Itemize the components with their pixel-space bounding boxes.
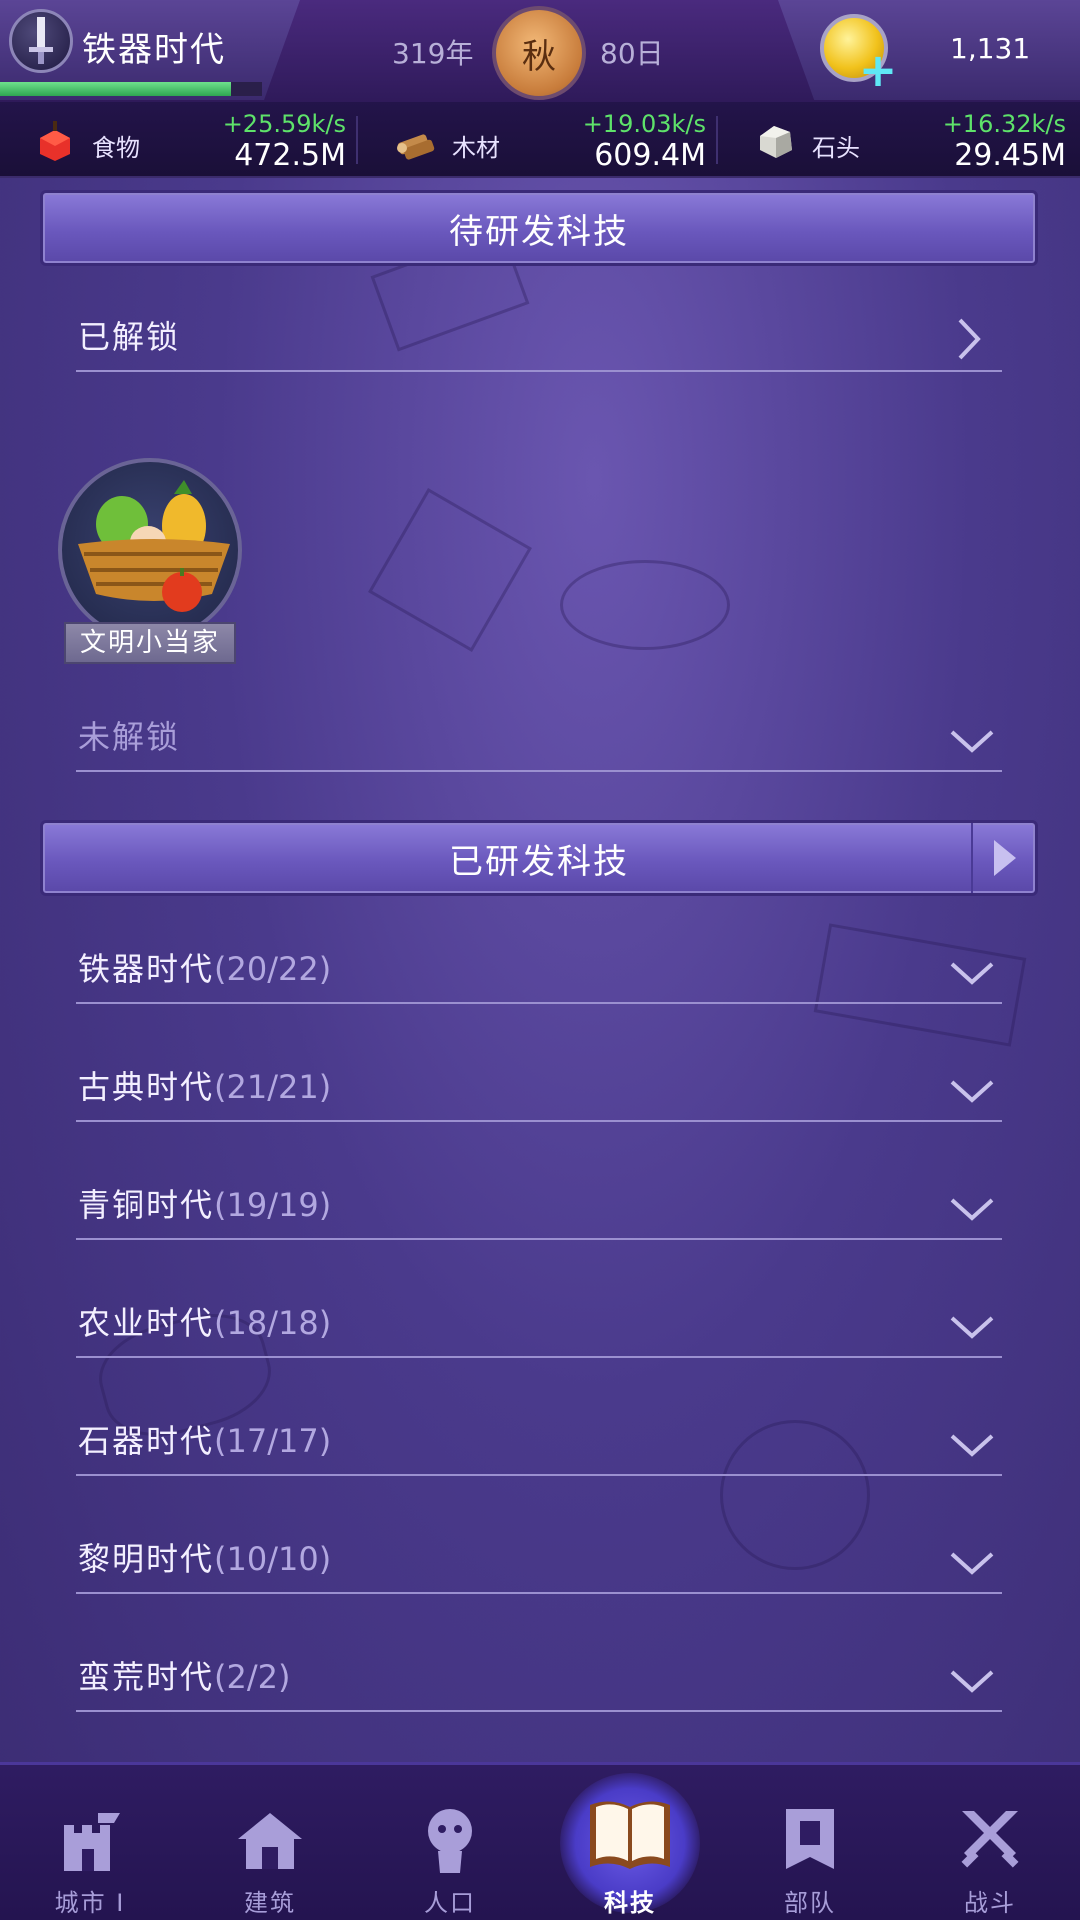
era-row[interactable]: 古典时代(21/21) [76, 1058, 1002, 1122]
season-badge[interactable]: 秋 [492, 6, 586, 100]
resource-amount: 472.5M [234, 138, 346, 173]
era-count: (2/2) [214, 1658, 291, 1696]
era-row[interactable]: 黎明时代(10/10) [76, 1530, 1002, 1594]
chevron-right-icon [958, 318, 981, 360]
era-count: (21/21) [214, 1068, 332, 1106]
nav-battle[interactable]: 战斗 [900, 1765, 1080, 1920]
resource-rate: +19.03k/s [582, 110, 706, 138]
nav-city[interactable]: 城市 I [0, 1765, 180, 1920]
resource-bar: 食物 +25.59k/s 472.5M 木材 +19.03k/s 609.4M … [0, 102, 1080, 178]
unlocked-row[interactable]: 已解锁 [76, 308, 1002, 372]
section-title: 已研发科技 [449, 841, 629, 882]
nav-label: 科技 [604, 1889, 656, 1917]
tech-item-icon[interactable] [58, 458, 242, 642]
chevron-down-icon [950, 1552, 994, 1575]
nav-label: 战斗 [964, 1889, 1016, 1917]
day-label: 80日 [600, 37, 664, 70]
era-count: (17/17) [214, 1422, 332, 1460]
era-progress-bar [0, 82, 262, 96]
tech-item-name: 文明小当家 [64, 622, 236, 664]
resource-amount: 29.45M [954, 138, 1066, 173]
researched-header[interactable]: 已研发科技 [40, 820, 1038, 896]
era-name: 农业时代 [78, 1304, 215, 1342]
resource-name: 木材 [452, 134, 500, 162]
era-row-label: 黎明时代(10/10) [78, 1534, 331, 1580]
nav-population[interactable]: 人口 [360, 1765, 540, 1920]
chevron-down-icon [950, 1434, 994, 1457]
era-name: 古典时代 [78, 1068, 215, 1106]
house-icon [238, 1813, 302, 1869]
play-icon[interactable] [971, 823, 1035, 893]
era-row[interactable]: 农业时代(18/18) [76, 1294, 1002, 1358]
resource-amount: 609.4M [594, 138, 706, 173]
bottom-nav: 城市 I 建筑 人口 科技 部队 战斗 [0, 1762, 1080, 1920]
nav-troops[interactable]: 部队 [720, 1765, 900, 1920]
era-name: 铁器时代 [78, 950, 215, 988]
era-row-label: 铁器时代(20/22) [78, 944, 331, 990]
divider [356, 116, 358, 164]
era-count: (10/10) [214, 1540, 332, 1578]
era-row[interactable]: 石器时代(17/17) [76, 1412, 1002, 1476]
locked-row[interactable]: 未解锁 [76, 708, 1002, 772]
row-label: 已解锁 [78, 318, 181, 356]
chevron-down-icon [950, 962, 994, 985]
person-icon [428, 1809, 472, 1873]
era-name: 铁器时代 [82, 30, 226, 70]
fruit-basket-icon [78, 480, 230, 612]
era-name: 黎明时代 [78, 1540, 215, 1578]
add-gold-button[interactable]: + [858, 47, 898, 93]
era-name: 蛮荒时代 [78, 1658, 215, 1696]
book-icon [590, 1801, 670, 1869]
row-label: 未解锁 [78, 718, 181, 756]
chevron-down-icon [950, 1670, 994, 1693]
era-row-label: 石器时代(17/17) [78, 1416, 331, 1462]
resource-stone[interactable]: 石头 +16.32k/s 29.45M [720, 102, 1078, 178]
apple-icon [40, 121, 70, 161]
resource-rate: +16.32k/s [942, 110, 1066, 138]
chevron-down-icon [950, 1198, 994, 1221]
chevron-down-icon [950, 1316, 994, 1339]
nav-label: 部队 [784, 1889, 836, 1917]
resource-name: 石头 [812, 134, 860, 162]
resource-name: 食物 [92, 134, 140, 162]
divider [716, 116, 718, 164]
era-name: 石器时代 [78, 1422, 215, 1460]
era-count: (19/19) [214, 1186, 332, 1224]
castle-icon [64, 1813, 120, 1871]
chevron-down-icon [950, 1080, 994, 1103]
chevron-down-icon [950, 730, 994, 753]
era-row-label: 古典时代(21/21) [78, 1062, 331, 1108]
resource-wood[interactable]: 木材 +19.03k/s 609.4M [360, 102, 718, 178]
resource-food[interactable]: 食物 +25.59k/s 472.5M [0, 102, 358, 178]
banner-icon [786, 1809, 834, 1869]
era-row[interactable]: 蛮荒时代(2/2) [76, 1648, 1002, 1712]
sword-icon [9, 9, 73, 73]
gold-amount: 1,131 [950, 32, 1031, 65]
researchable-header[interactable]: 待研发科技 [40, 190, 1038, 266]
era-count: (18/18) [214, 1304, 332, 1342]
wood-icon [397, 134, 435, 160]
year-label: 319年 [392, 37, 474, 70]
nav-label: 建筑 [244, 1889, 296, 1917]
nav-technology[interactable]: 科技 [540, 1765, 720, 1920]
era-row-label: 蛮荒时代(2/2) [78, 1652, 290, 1698]
era-row-label: 青铜时代(19/19) [78, 1180, 331, 1226]
stone-icon [760, 126, 792, 158]
resource-rate: +25.59k/s [222, 110, 346, 138]
section-title: 待研发科技 [449, 211, 629, 252]
top-bar: 铁器时代 319年 秋 80日 + 1,131 [0, 0, 1080, 102]
crossed-swords-icon [961, 1811, 1019, 1868]
nav-label: 城市 I [54, 1889, 126, 1917]
era-count: (20/22) [214, 950, 332, 988]
era-row[interactable]: 铁器时代(20/22) [76, 940, 1002, 1004]
era-name: 青铜时代 [78, 1186, 215, 1224]
nav-buildings[interactable]: 建筑 [180, 1765, 360, 1920]
era-row-label: 农业时代(18/18) [78, 1298, 331, 1344]
nav-label: 人口 [424, 1889, 476, 1917]
era-row[interactable]: 青铜时代(19/19) [76, 1176, 1002, 1240]
